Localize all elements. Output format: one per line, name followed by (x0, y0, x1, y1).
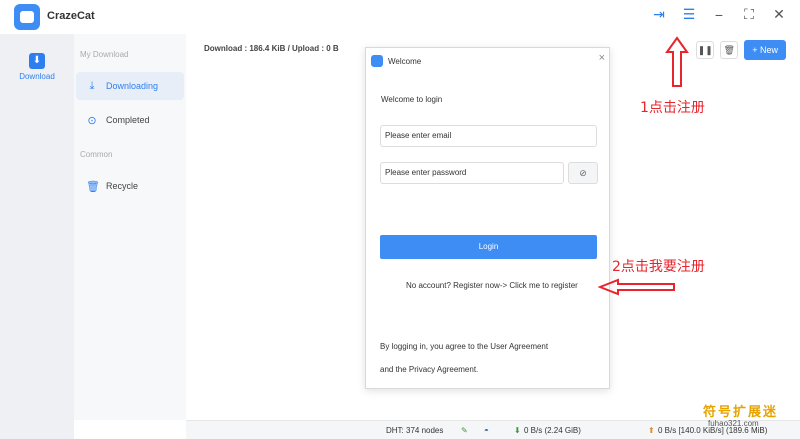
check-circle-icon: ⊙ (87, 114, 97, 127)
delete-button[interactable]: 🗑 (720, 41, 739, 59)
annotation-step2: 2点击我要注册 (612, 259, 705, 275)
annotation-arrow-left (598, 278, 675, 296)
register-link[interactable]: No account? Register now-> Click me to r… (406, 281, 578, 290)
annotation-step1: 1点击注册 (640, 100, 705, 116)
dialog-title: Welcome (388, 57, 422, 66)
download-arrow-icon: ⬇ (514, 426, 521, 435)
sidebar-group-my-download: My Download (80, 50, 129, 59)
sidebar-item-label: Downloading (106, 81, 159, 91)
email-field[interactable]: Please enter email (380, 125, 597, 147)
window-controls: ⇥ ☰ − ⛶ ✕ (650, 6, 788, 23)
sidebar-item-recycle[interactable]: 🗑 Recycle (76, 172, 184, 200)
login-icon[interactable]: ⇥ (650, 6, 668, 23)
watermark-url: fuhao321.com (708, 419, 759, 428)
download-icon: ⬇ (29, 53, 45, 69)
annotation-arrow-up (665, 36, 689, 87)
pause-button[interactable]: ❚❚ (696, 41, 715, 59)
dht-status: DHT: 374 nodes (386, 426, 444, 435)
title-bar: CrazeCat ⇥ ☰ − ⛶ ✕ (0, 0, 800, 34)
app-title: CrazeCat (47, 10, 95, 22)
app-logo-icon (14, 4, 40, 30)
trash-icon: 🗑 (86, 180, 100, 193)
sidebar: My Download ⤓ Downloading ⊙ Completed Co… (74, 34, 186, 420)
app-logo-icon (371, 55, 383, 67)
close-icon[interactable]: ✕ (770, 6, 788, 23)
watermark: 符号扩展迷 (703, 405, 779, 420)
password-field[interactable]: Please enter password (380, 162, 564, 184)
plugin-icon[interactable]: ✎ (461, 426, 468, 435)
left-nav: ⬇ Download (0, 34, 74, 439)
nav-download[interactable]: ⬇ Download (0, 50, 74, 81)
upload-arrow-icon: ⬆ (648, 426, 655, 435)
new-button[interactable]: + New (744, 40, 786, 60)
sidebar-item-label: Completed (106, 115, 150, 125)
login-dialog: Welcome × Welcome to login Please enter … (365, 47, 610, 389)
agreement-text: and the Privacy Agreement. (380, 365, 479, 374)
sidebar-item-completed[interactable]: ⊙ Completed (76, 106, 184, 134)
nav-download-label: Download (19, 72, 55, 81)
sidebar-item-label: Recycle (106, 181, 139, 191)
speed-gauge-icon[interactable]: ◓ (484, 426, 489, 435)
login-button[interactable]: Login (380, 235, 597, 259)
speed-summary: Download : 186.4 KiB / Upload : 0 B (204, 44, 339, 53)
download-icon: ⤓ (89, 79, 95, 92)
agreement-text: By logging in, you agree to the User Agr… (380, 342, 549, 351)
dialog-header: Welcome × (366, 48, 611, 74)
toolbar: ❚❚ 🗑 + New (696, 40, 786, 60)
list-icon[interactable]: ☰ (680, 6, 698, 23)
sidebar-group-common: Common (80, 150, 113, 159)
welcome-text: Welcome to login (381, 95, 443, 104)
minimize-icon[interactable]: − (710, 7, 728, 23)
maximize-icon[interactable]: ⛶ (740, 6, 758, 23)
sidebar-item-downloading[interactable]: ⤓ Downloading (76, 72, 184, 100)
download-speed: 0 B/s (2.24 GiB) (524, 426, 581, 435)
eye-off-icon[interactable]: ⊘ (568, 162, 598, 184)
close-icon[interactable]: × (599, 52, 605, 64)
